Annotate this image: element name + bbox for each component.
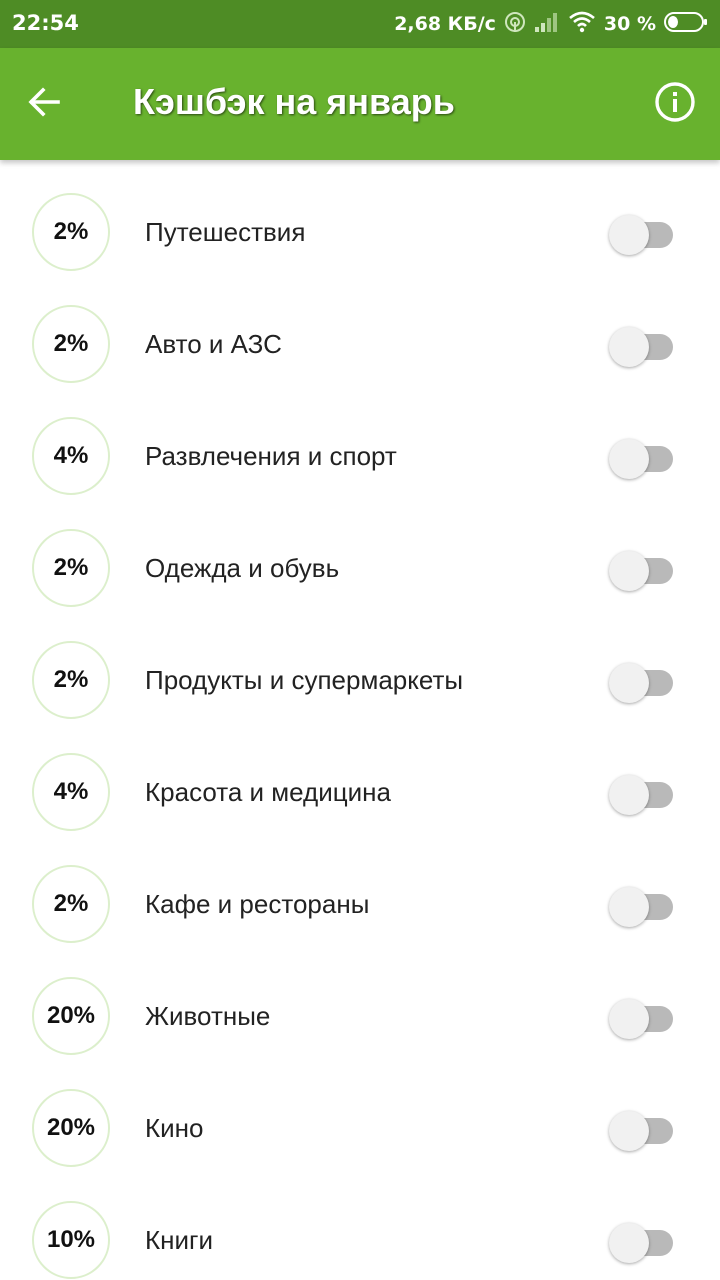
network-speed: 2,68 КБ/с	[394, 13, 496, 35]
toggle-thumb	[609, 887, 649, 927]
cashback-percent-badge: 2%	[32, 305, 110, 383]
battery-icon	[664, 11, 708, 37]
list-item: 2% Путешествия	[0, 160, 720, 272]
cashback-percent-badge: 4%	[32, 417, 110, 495]
cashback-percent-badge: 4%	[32, 753, 110, 831]
cashback-percent-badge: 2%	[32, 641, 110, 719]
signal-icon	[534, 11, 560, 37]
back-button[interactable]	[16, 76, 72, 132]
status-bar: 22:54 2,68 КБ/с 30 %	[0, 0, 720, 48]
list-item: 2% Продукты и супермаркеты	[0, 608, 720, 720]
toggle-thumb	[609, 215, 649, 255]
toggle-thumb	[609, 327, 649, 367]
info-icon	[654, 81, 696, 128]
toggle-thumb	[609, 1111, 649, 1151]
category-label: Красота и медицина	[145, 777, 391, 807]
cashback-percent-badge: 20%	[32, 977, 110, 1055]
toggle-thumb	[609, 663, 649, 703]
category-toggle[interactable]	[609, 775, 675, 815]
toggle-thumb	[609, 551, 649, 591]
list-item: 2% Кафе и рестораны	[0, 832, 720, 944]
category-toggle[interactable]	[609, 439, 675, 479]
battery-percent: 30 %	[603, 13, 656, 35]
cashback-percent-badge: 2%	[32, 193, 110, 271]
category-toggle[interactable]	[609, 999, 675, 1039]
category-label: Одежда и обувь	[145, 553, 340, 583]
category-label: Развлечения и спорт	[145, 441, 397, 471]
arrow-back-icon	[26, 84, 62, 125]
status-time: 22:54	[12, 11, 79, 35]
category-toggle[interactable]	[609, 551, 675, 591]
toggle-thumb	[609, 1223, 649, 1263]
category-toggle[interactable]	[609, 1223, 675, 1263]
app-bar: Кэшбэк на январь	[0, 48, 720, 160]
category-label: Животные	[145, 1001, 271, 1031]
category-label: Книги	[145, 1225, 214, 1255]
category-label: Авто и АЗС	[145, 329, 282, 359]
wifi-icon	[568, 11, 596, 37]
cashback-category-list: 2% Путешествия 2% Авто и АЗС 4% Развлече…	[0, 160, 720, 1280]
list-item: 4% Красота и медицина	[0, 720, 720, 832]
category-label: Кино	[145, 1113, 204, 1143]
category-label: Путешествия	[145, 217, 306, 247]
hotspot-icon	[504, 11, 526, 37]
cashback-percent-badge: 20%	[32, 1089, 110, 1167]
status-right-group: 2,68 КБ/с 30 %	[394, 0, 708, 48]
list-item: 10% Книги	[0, 1168, 720, 1280]
list-item: 4% Развлечения и спорт	[0, 384, 720, 496]
category-toggle[interactable]	[609, 887, 675, 927]
category-toggle[interactable]	[609, 1111, 675, 1151]
page-title: Кэшбэк на январь	[133, 81, 455, 122]
cashback-percent-badge: 2%	[32, 865, 110, 943]
category-toggle[interactable]	[609, 327, 675, 367]
category-label: Кафе и рестораны	[145, 889, 370, 919]
toggle-thumb	[609, 775, 649, 815]
cashback-percent-badge: 2%	[32, 529, 110, 607]
list-item: 2% Авто и АЗС	[0, 272, 720, 384]
category-toggle[interactable]	[609, 215, 675, 255]
cashback-percent-badge: 10%	[32, 1201, 110, 1279]
toggle-thumb	[609, 999, 649, 1039]
category-toggle[interactable]	[609, 663, 675, 703]
category-label: Продукты и супермаркеты	[145, 665, 464, 695]
list-item: 2% Одежда и обувь	[0, 496, 720, 608]
toggle-thumb	[609, 439, 649, 479]
list-item: 20% Кино	[0, 1056, 720, 1168]
list-item: 20% Животные	[0, 944, 720, 1056]
info-button[interactable]	[648, 77, 702, 131]
